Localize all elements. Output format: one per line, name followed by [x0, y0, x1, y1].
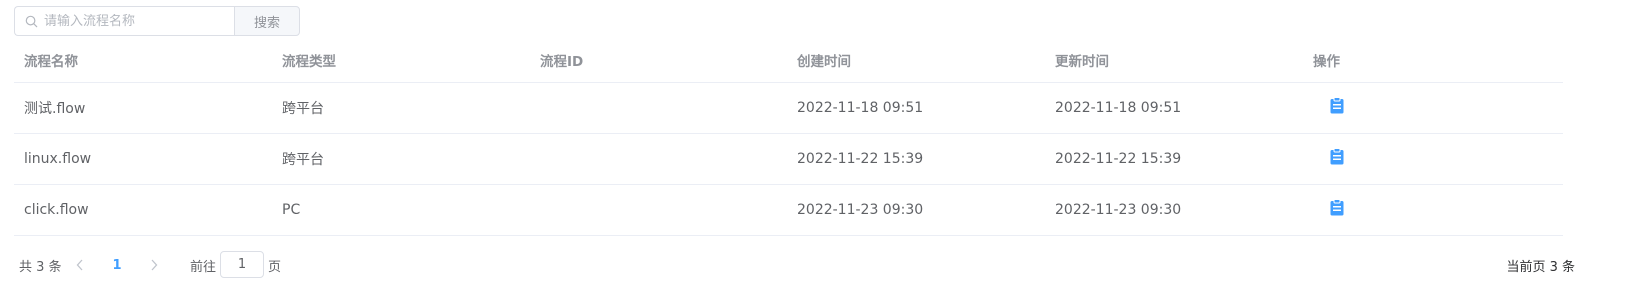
search-field[interactable]: [14, 6, 234, 36]
cell-flow-name: 测试.flow: [24, 101, 86, 117]
cell-updated-time: 2022-11-22 15:39: [1055, 151, 1182, 167]
column-header-updated: 更新时间: [1055, 54, 1109, 70]
page-number-button[interactable]: 1: [110, 250, 124, 280]
cell-updated-time: 2022-11-23 09:30: [1055, 202, 1182, 218]
flow-table: 流程名称 流程类型 流程ID 创建时间 更新时间 操作 测试.flow 跨平台 …: [14, 38, 1563, 236]
clipboard-icon[interactable]: [1330, 97, 1344, 114]
search-input[interactable]: [44, 13, 224, 29]
cell-flow-type: 跨平台: [282, 101, 324, 117]
column-header-name: 流程名称: [24, 54, 78, 70]
table-row: 测试.flow 跨平台 2022-11-18 09:51 2022-11-18 …: [14, 83, 1563, 134]
column-header-created: 创建时间: [797, 54, 851, 70]
goto-suffix: 页: [268, 259, 282, 275]
chevron-right-icon[interactable]: [148, 250, 160, 280]
goto-page-input[interactable]: [220, 251, 264, 278]
cell-flow-type: 跨平台: [282, 152, 324, 168]
current-page-count: 当前页 3 条: [1506, 259, 1575, 275]
column-header-actions: 操作: [1313, 54, 1340, 70]
clipboard-icon[interactable]: [1330, 148, 1344, 165]
cell-flow-name: linux.flow: [24, 151, 92, 167]
cell-updated-time: 2022-11-18 09:51: [1055, 100, 1182, 116]
table-row: linux.flow 跨平台 2022-11-22 15:39 2022-11-…: [14, 134, 1563, 185]
search-button[interactable]: 搜索: [234, 6, 300, 36]
search-bar: 搜索: [14, 6, 300, 36]
cell-created-time: 2022-11-23 09:30: [797, 202, 924, 218]
goto-label: 前往: [190, 259, 217, 275]
column-header-id: 流程ID: [540, 54, 584, 70]
table-header: 流程名称 流程类型 流程ID 创建时间 更新时间 操作: [14, 38, 1563, 83]
table-row: click.flow PC 2022-11-23 09:30 2022-11-2…: [14, 185, 1563, 236]
cell-created-time: 2022-11-22 15:39: [797, 151, 924, 167]
column-header-type: 流程类型: [282, 54, 336, 70]
cell-flow-name: click.flow: [24, 202, 89, 218]
cell-created-time: 2022-11-18 09:51: [797, 100, 924, 116]
search-icon: [25, 15, 38, 27]
pagination: 共 3 条 1 前往 页 当前页 3 条: [14, 250, 1575, 280]
clipboard-icon[interactable]: [1330, 199, 1344, 216]
chevron-left-icon[interactable]: [74, 250, 86, 280]
cell-flow-type: PC: [282, 202, 301, 218]
total-count: 共 3 条: [19, 259, 62, 275]
